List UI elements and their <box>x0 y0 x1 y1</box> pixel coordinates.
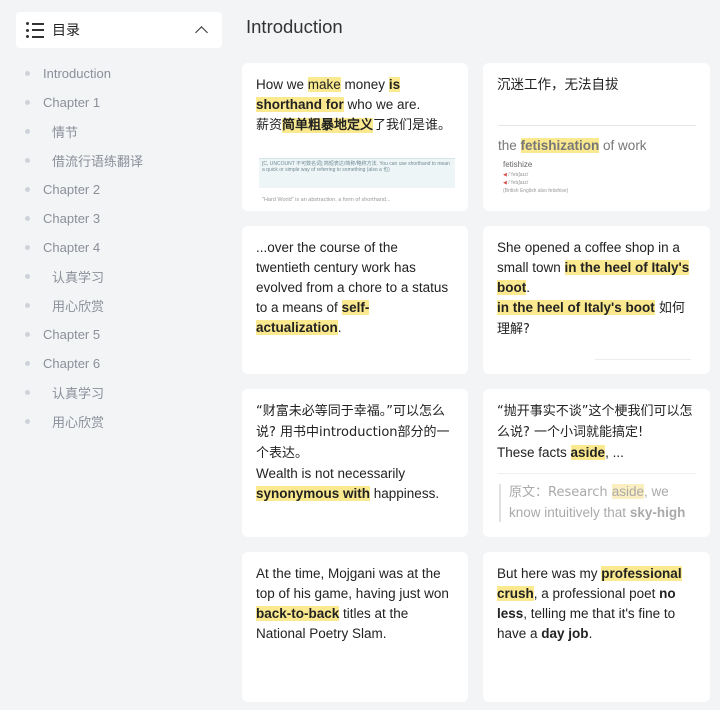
toc-list: Introduction Chapter 1 情节 借流行语练翻译 Chapte… <box>0 59 232 436</box>
chevron-up-icon[interactable] <box>195 26 208 39</box>
toc-item-label: 认真学习 <box>52 270 105 285</box>
card-heel-of-italy[interactable]: She opened a coffee shop in a small town… <box>483 226 710 374</box>
toc-item-appreciate[interactable]: 用心欣赏 <box>0 291 232 320</box>
toc-item-label: 认真学习 <box>52 386 105 401</box>
bullet-icon <box>25 158 30 163</box>
toc-title: 目录 <box>52 22 80 38</box>
toc-item-chapter-2[interactable]: Chapter 2 <box>0 175 232 204</box>
list-icon <box>26 22 44 38</box>
sidebar: 目录 Introduction Chapter 1 情节 借流行语练翻译 Cha… <box>0 0 232 710</box>
card-text: How we make money is shorthand for who we… <box>256 77 452 133</box>
toc-item-label: Chapter 1 <box>43 95 101 110</box>
page-title: Introduction <box>246 16 343 37</box>
card-text: At the time, Mojgani was at the top of h… <box>256 566 449 641</box>
speaker-icon[interactable]: ◀ <box>503 180 507 186</box>
toc-header[interactable]: 目录 <box>16 12 222 48</box>
toc-item-label: Chapter 5 <box>43 327 101 342</box>
quote-text: 原文：Research aside, we know intuitively t… <box>509 484 686 520</box>
toc-item-label: Chapter 6 <box>43 356 101 371</box>
bullet-icon <box>25 303 30 308</box>
speaker-icon[interactable]: ◀ <box>503 172 507 178</box>
dictionary-entry: ◀ /ˈfetɪʃaɪz/ ◀ /ˈfetɪʃaɪz/ (British Eng… <box>503 172 569 194</box>
divider <box>498 473 696 474</box>
divider <box>498 125 696 126</box>
bullet-icon <box>25 390 30 395</box>
bullet-icon <box>25 361 30 366</box>
toc-item-chapter-1[interactable]: Chapter 1 <box>0 88 232 117</box>
card-aside[interactable]: “抛开事实不谈”这个梗我们可以怎么说? 一个小词就能搞定! These facts… <box>483 389 710 537</box>
card-text: ...over the course of the twentieth cent… <box>256 240 449 335</box>
bullet-icon <box>25 129 30 134</box>
toc-item-chapter-3[interactable]: Chapter 3 <box>0 204 232 233</box>
card-synonymous-with[interactable]: “财富未必等同于幸福。”可以怎么说? 用书中introduction部分的一个表… <box>242 389 468 537</box>
toc-item-label: 用心欣赏 <box>52 415 105 430</box>
card-shorthand[interactable]: How we make money is shorthand for who we… <box>242 63 468 211</box>
toc-item-chapter-4[interactable]: Chapter 4 <box>0 233 232 262</box>
card-text: the fetishization of work <box>498 138 647 153</box>
toc-item-label: Introduction <box>43 66 111 81</box>
bullet-icon <box>25 216 30 221</box>
card-back-to-back[interactable]: At the time, Mojgani was at the top of h… <box>242 552 468 702</box>
card-text: She opened a coffee shop in a small town… <box>497 240 690 337</box>
bullet-icon <box>25 71 30 76</box>
card-professional-crush[interactable]: But here was my professional crush, a pr… <box>483 552 710 702</box>
bullet-icon <box>25 274 30 279</box>
toc-item-buzzword-translation[interactable]: 借流行语练翻译 <box>0 146 232 175</box>
toc-item-label: 用心欣赏 <box>52 299 105 314</box>
card-title: 沉迷工作，无法自拔 <box>497 77 619 93</box>
toc-item-label: 借流行语练翻译 <box>52 154 144 169</box>
toc-item-study[interactable]: 认真学习 <box>0 378 232 407</box>
toc-item-chapter-6[interactable]: Chapter 6 <box>0 349 232 378</box>
bullet-icon <box>25 187 30 192</box>
toc-item-label: Chapter 2 <box>43 182 101 197</box>
toc-item-appreciate[interactable]: 用心欣赏 <box>0 407 232 436</box>
card-self-actualization[interactable]: ...over the course of the twentieth cent… <box>242 226 468 374</box>
toc-item-chapter-5[interactable]: Chapter 5 <box>0 320 232 349</box>
toc-item-introduction[interactable]: Introduction <box>0 59 232 88</box>
toc-item-label: Chapter 4 <box>43 240 101 255</box>
bullet-icon <box>25 419 30 424</box>
divider <box>595 359 691 360</box>
card-text: “抛开事实不谈”这个梗我们可以怎么说? 一个小词就能搞定! These facts… <box>497 404 693 460</box>
card-text: But here was my professional crush, a pr… <box>497 566 682 641</box>
toc-item-label: Chapter 3 <box>43 211 101 226</box>
card-fetishization[interactable]: 沉迷工作，无法自拔 the fetishization of work feti… <box>483 63 710 211</box>
toc-item-label: 情节 <box>52 125 79 140</box>
dictionary-footnote: "Hard World" is an abstraction, a form o… <box>262 197 391 203</box>
bullet-icon <box>25 100 30 105</box>
toc-item-study[interactable]: 认真学习 <box>0 262 232 291</box>
dictionary-snippet: [C, UNCOUNT 不可数名词] 简短表达/简称/略称方法. You can… <box>259 158 455 188</box>
bullet-icon <box>25 332 30 337</box>
card-text: “财富未必等同于幸福。”可以怎么说? 用书中introduction部分的一个表… <box>256 404 450 501</box>
bullet-icon <box>25 245 30 250</box>
dictionary-word: fetishize <box>503 160 533 169</box>
toc-item-plot[interactable]: 情节 <box>0 117 232 146</box>
quote-bar <box>499 484 501 522</box>
